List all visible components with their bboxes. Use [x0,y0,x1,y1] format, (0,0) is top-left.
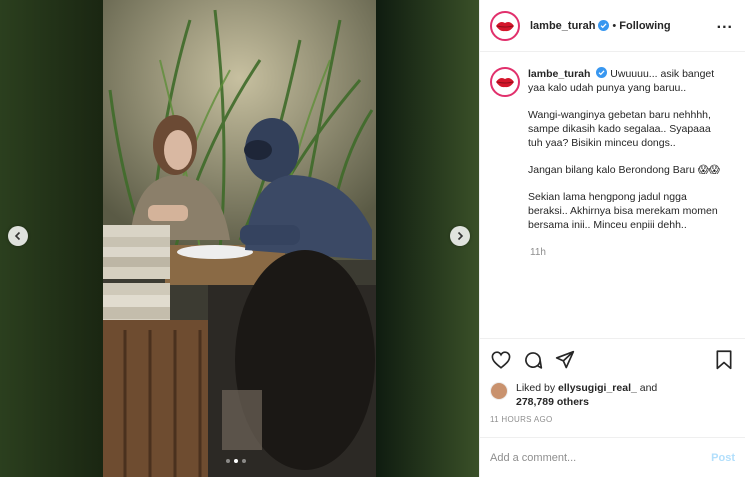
action-icons [480,339,745,381]
carousel-indicator [226,459,246,463]
more-options-icon[interactable]: ... [717,15,733,33]
post-side-panel: lambe_turah • Following ... lambe_turah … [479,0,745,477]
caption-timestamp[interactable]: 11h [530,247,735,258]
avatar-image [493,70,517,94]
likes-count[interactable]: 278,789 others [516,396,589,408]
add-comment-bar: Post [480,437,745,477]
carousel-dot [226,459,230,463]
avatar[interactable] [490,10,520,41]
post-photo [0,0,479,477]
post-actions: Liked by ellysugigi_real_ and 278,789 ot… [480,338,745,438]
lips-logo-icon [496,21,514,31]
caption-username[interactable]: lambe_turah [528,68,590,80]
following-button[interactable]: Following [619,20,670,32]
heart-icon [491,351,511,369]
liker-username[interactable]: ellysugigi_real_ [558,382,637,394]
liker-avatar[interactable] [490,382,508,400]
caption: lambe_turah Uwuuuu... asik banget yaa ka… [490,67,735,245]
save-button[interactable] [713,349,735,371]
lips-logo-icon [496,78,514,88]
comments-section: lambe_turah Uwuuuu... asik banget yaa ka… [480,53,745,338]
avatar-image [493,13,517,38]
follow-separator: • [612,19,617,32]
carousel-dot [242,459,246,463]
caption-paragraph: lambe_turah Uwuuuu... asik banget yaa ka… [528,67,728,95]
comment-button[interactable] [522,349,544,371]
comment-icon [525,352,543,369]
bookmark-icon [716,350,732,370]
likes-text: Liked by ellysugigi_real_ and 278,789 ot… [516,381,657,409]
post-comment-button[interactable]: Post [711,452,735,464]
caption-paragraph-4: Sekian lama hengpong jadul ngga beraksi.… [528,191,718,231]
like-button[interactable] [490,349,512,371]
comment-input[interactable] [490,451,712,464]
verified-badge-icon [596,67,608,78]
likes-prefix: Liked by [516,382,556,394]
post-media[interactable] [0,0,479,477]
carousel-prev-button[interactable] [8,226,28,246]
chevron-right-icon [457,231,464,241]
instagram-post: lambe_turah • Following ... lambe_turah … [0,0,745,477]
caption-text: lambe_turah Uwuuuu... asik banget yaa ka… [528,67,728,245]
caption-paragraph-2: Wangi-wanginya gebetan baru nehhhh, samp… [528,109,711,149]
likes-conjunction: and [639,382,658,394]
likes-summary: Liked by ellysugigi_real_ and 278,789 ot… [480,381,745,409]
carousel-dot-active [234,459,238,463]
caption-paragraph-3: Jangan bilang kalo Berondong Baru 😱😱 [528,164,720,176]
verified-badge-icon [598,20,610,31]
post-header: lambe_turah • Following ... [480,0,745,52]
share-button[interactable] [554,349,576,371]
send-icon [555,350,575,369]
caption-avatar[interactable] [490,67,520,97]
post-timestamp[interactable]: 11 HOURS AGO [480,409,745,424]
chevron-left-icon [14,231,21,241]
header-username[interactable]: lambe_turah [530,20,595,32]
carousel-next-button[interactable] [450,226,470,246]
